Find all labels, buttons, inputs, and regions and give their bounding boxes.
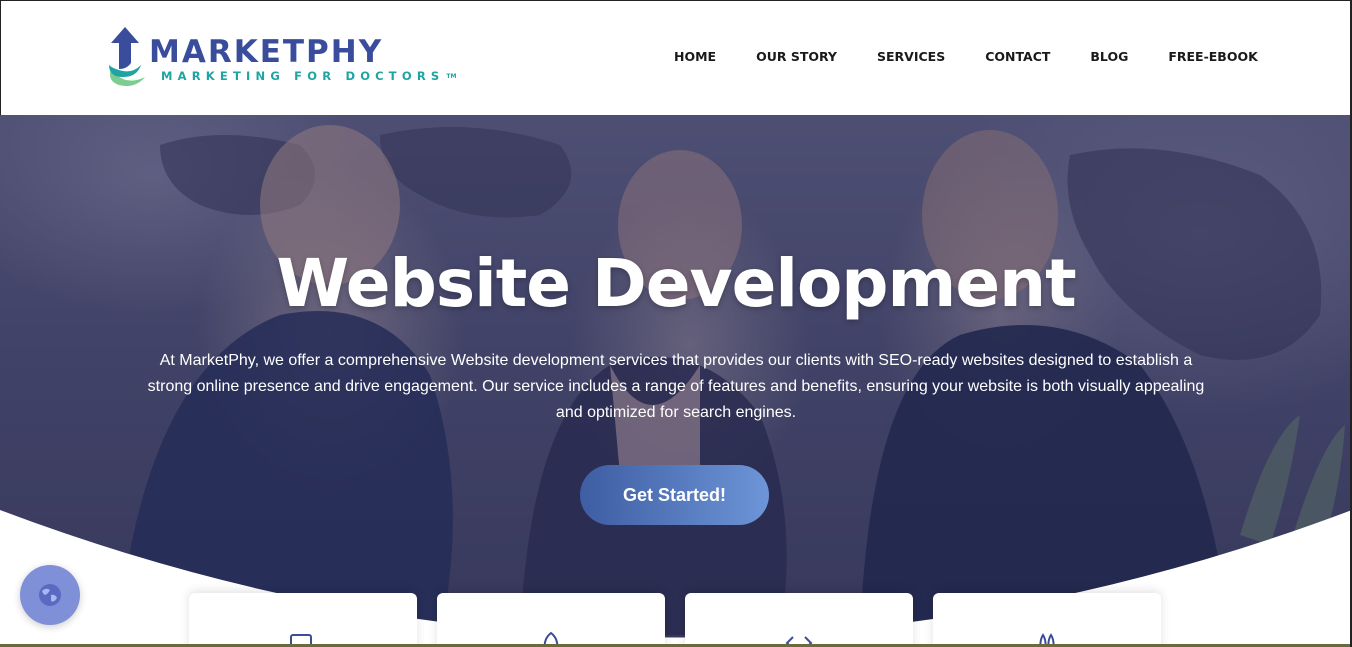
service-card[interactable] [685, 593, 913, 647]
nav-item-blog[interactable]: BLOG [1090, 50, 1128, 64]
nav-item-services[interactable]: SERVICES [877, 50, 945, 64]
nav-item-home[interactable]: HOME [674, 50, 716, 64]
logo-trademark: TM [446, 72, 457, 80]
main-navigation: HOME OUR STORY SERVICES CONTACT BLOG FRE… [674, 50, 1258, 64]
hero-section: Website Development At MarketPhy, we off… [0, 115, 1352, 647]
logo-tagline: MARKETING FOR DOCTORS TM [161, 69, 457, 83]
globe-icon [39, 584, 61, 606]
logo-tagline-text: MARKETING FOR DOCTORS [161, 69, 445, 83]
service-card[interactable] [933, 593, 1161, 647]
service-card[interactable] [189, 593, 417, 647]
service-card[interactable] [437, 593, 665, 647]
nav-item-our-story[interactable]: OUR STORY [756, 50, 837, 64]
logo-title: MARKETPHY [149, 34, 384, 70]
get-started-button[interactable]: Get Started! [580, 465, 769, 525]
hero-title: Website Development [276, 245, 1076, 322]
site-header: MARKETPHY MARKETING FOR DOCTORS TM HOME O… [0, 0, 1352, 115]
nav-item-contact[interactable]: CONTACT [985, 50, 1050, 64]
logo-arrow-icon [109, 27, 145, 86]
brand-logo[interactable]: MARKETPHY MARKETING FOR DOCTORS TM [105, 25, 456, 91]
nav-item-free-ebook[interactable]: FREE-EBOOK [1168, 50, 1257, 64]
floating-accessibility-button[interactable] [20, 565, 80, 625]
hero-description: At MarketPhy, we offer a comprehensive W… [147, 352, 1205, 421]
